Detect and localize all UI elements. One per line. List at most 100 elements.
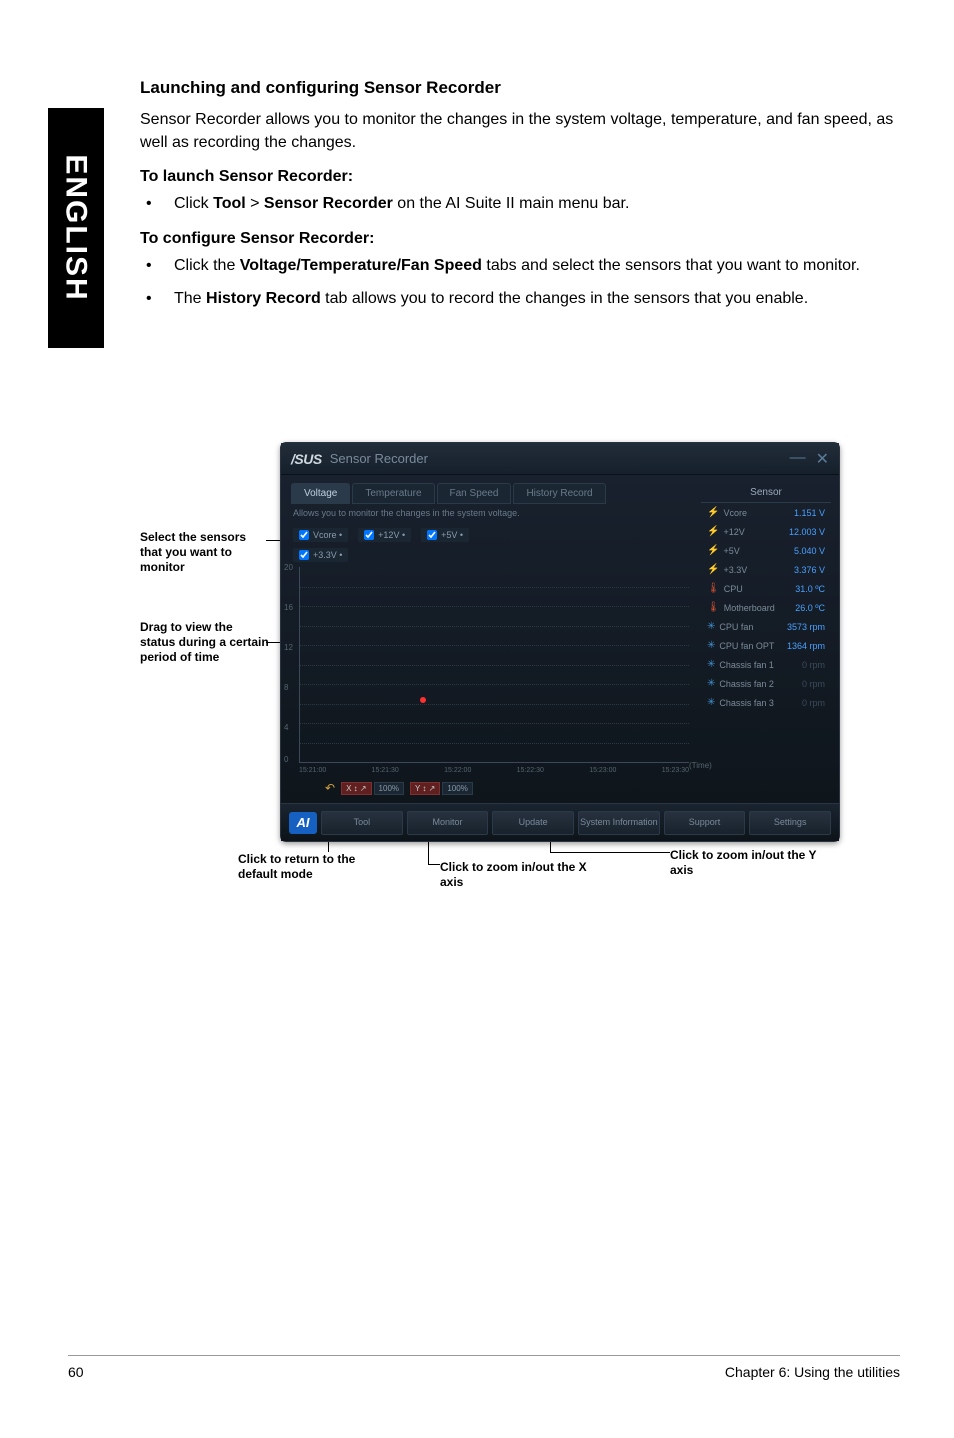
y-tick: 12: [284, 643, 293, 652]
sensor-value: 0 rpm: [802, 679, 825, 689]
zoom-x-value: 100%: [374, 782, 404, 795]
page-footer: 60 Chapter 6: Using the utilities: [68, 1364, 900, 1380]
sensor-value: 0 rpm: [802, 698, 825, 708]
sensor-value: 1364 rpm: [787, 641, 825, 651]
sensor-panel-head: Sensor: [701, 483, 831, 503]
fan-icon: ✳: [707, 697, 715, 708]
sensor-value: 5.040 V: [794, 546, 825, 556]
bolt-icon: ⚡: [707, 545, 719, 556]
btn-monitor[interactable]: Monitor: [407, 811, 489, 835]
intro-text: Sensor Recorder allows you to monitor th…: [140, 108, 900, 154]
x-axis-ticks: 15:21:00 15:21:30 15:22:00 15:22:30 15:2…: [299, 767, 689, 774]
titlebar[interactable]: /SUS Sensor Recorder — ✕: [281, 443, 839, 475]
zoom-y-minus[interactable]: Y ↕ ↗: [410, 782, 440, 795]
bolt-icon: ⚡: [707, 507, 719, 518]
fan-icon: ✳: [707, 640, 715, 651]
btn-sysinfo[interactable]: System Information: [578, 811, 660, 835]
btn-settings[interactable]: Settings: [749, 811, 831, 835]
sensor-value: 1.151 V: [794, 508, 825, 518]
time-axis-label: (Time): [689, 761, 712, 770]
ai-logo-icon[interactable]: AI: [289, 812, 317, 834]
undo-icon[interactable]: ↶: [325, 781, 335, 795]
fan-icon: ✳: [707, 621, 715, 632]
sensor-row: ✳Chassis fan 10 rpm: [701, 655, 831, 674]
footer-divider: [68, 1355, 900, 1356]
chapter-label: Chapter 6: Using the utilities: [725, 1364, 900, 1380]
annot-zoomy: Click to zoom in/out the Y axis: [670, 848, 830, 878]
sensor-label: CPU fan OPT: [719, 641, 774, 651]
therm-icon: 🌡: [707, 583, 720, 594]
sensor-value: 26.0 ºC: [795, 603, 825, 613]
sensor-value: 12.003 V: [789, 527, 825, 537]
zoom-y: Y ↕ ↗ 100%: [410, 782, 473, 795]
language-tab: ENGLISH: [48, 108, 104, 348]
sensor-row: 🌡Motherboard26.0 ºC: [701, 598, 831, 617]
sensor-row: ✳ CPU fan OPT 1364 rpm: [701, 636, 831, 655]
sensor-row: ✳ Chassis fan 2 0 rpm: [701, 674, 831, 693]
page-number: 60: [68, 1364, 84, 1380]
close-icon[interactable]: ✕: [816, 449, 829, 469]
minimize-icon[interactable]: —: [790, 449, 806, 469]
sensor-value: 3573 rpm: [787, 622, 825, 632]
asus-logo: /SUS: [291, 451, 322, 467]
fan-icon: ✳: [707, 678, 715, 689]
sensor-row: ⚡ +12V 12.003 V: [701, 522, 831, 541]
sensor-label: +3.3V: [723, 565, 747, 575]
y-tick: 0: [284, 755, 288, 764]
annot-select: Select the sensors that you want to moni…: [140, 530, 270, 575]
window-title: Sensor Recorder: [330, 451, 428, 466]
btn-update[interactable]: Update: [492, 811, 574, 835]
zoom-x: X ↕ ↗ 100%: [341, 782, 404, 795]
sensor-label: Chassis fan 3: [719, 698, 774, 708]
zoom-controls: ↶ X ↕ ↗ 100% Y ↕ ↗ 100%: [325, 781, 473, 795]
annot-line: [428, 864, 440, 865]
y-tick: 8: [284, 683, 288, 692]
sensor-recorder-window: /SUS Sensor Recorder — ✕ Voltage Tempera…: [280, 442, 840, 842]
sensor-row: ⚡ +5V 5.040 V: [701, 541, 831, 560]
launch-bullet: Click Tool > Sensor Recorder on the AI S…: [174, 192, 900, 215]
chk-33v[interactable]: +3.3V •: [293, 548, 348, 562]
sensor-label: Motherboard: [724, 603, 775, 613]
section-title: Launching and configuring Sensor Recorde…: [140, 78, 900, 98]
chart-marker[interactable]: [420, 697, 426, 703]
btn-support[interactable]: Support: [664, 811, 746, 835]
language-label: ENGLISH: [59, 154, 93, 301]
sensor-row: ✳ CPU fan 3573 rpm: [701, 617, 831, 636]
chk-5v[interactable]: +5V •: [421, 528, 469, 542]
sensor-label: Chassis fan 2: [719, 679, 774, 689]
bottom-toolbar: AI Tool Monitor Update System Informatio…: [281, 803, 839, 841]
bolt-icon: ⚡: [707, 526, 719, 537]
tab-temperature[interactable]: Temperature: [352, 483, 434, 504]
sensor-label: CPU: [724, 584, 743, 594]
annot-return: Click to return to the default mode: [238, 852, 368, 882]
bolt-icon: ⚡: [707, 564, 719, 575]
sensor-label: Chassis fan 1: [719, 660, 774, 670]
config-bullet-2: The History Record tab allows you to rec…: [174, 287, 900, 310]
y-tick: 20: [284, 563, 293, 572]
y-tick: 16: [284, 603, 293, 612]
zoom-x-minus[interactable]: X ↕ ↗: [341, 782, 371, 795]
launch-heading: To launch Sensor Recorder:: [140, 168, 900, 186]
config-heading: To configure Sensor Recorder:: [140, 230, 900, 248]
sensor-value: 31.0 ºC: [795, 584, 825, 594]
sensor-label: +5V: [723, 546, 739, 556]
sensor-row: 🌡 CPU 31.0 ºC: [701, 579, 831, 598]
zoom-y-value: 100%: [442, 782, 472, 795]
y-tick: 4: [284, 723, 288, 732]
sensor-row: ⚡+3.3V3.376 V: [701, 560, 831, 579]
tab-history[interactable]: History Record: [513, 483, 605, 504]
chk-vcore[interactable]: Vcore •: [293, 528, 348, 542]
chk-12v[interactable]: +12V •: [358, 528, 411, 542]
sensor-panel: Sensor ⚡ Vcore 1.151 V ⚡ +12V 12.003 V ⚡ +5V 5.0…: [701, 483, 831, 712]
config-bullet-1: Click the Voltage/Temperature/Fan Speed …: [174, 254, 900, 277]
sensor-label: Vcore: [723, 508, 747, 518]
sensor-label: CPU fan: [719, 622, 753, 632]
fan-icon: ✳: [707, 659, 715, 670]
sensor-label: +12V: [723, 527, 744, 537]
btn-tool[interactable]: Tool: [321, 811, 403, 835]
chart-area[interactable]: 20 16 12 8 4 0: [299, 567, 689, 763]
tab-fanspeed[interactable]: Fan Speed: [437, 483, 512, 504]
annot-line: [550, 852, 670, 853]
page-content: Launching and configuring Sensor Recorde…: [140, 78, 900, 324]
tab-voltage[interactable]: Voltage: [291, 483, 350, 504]
